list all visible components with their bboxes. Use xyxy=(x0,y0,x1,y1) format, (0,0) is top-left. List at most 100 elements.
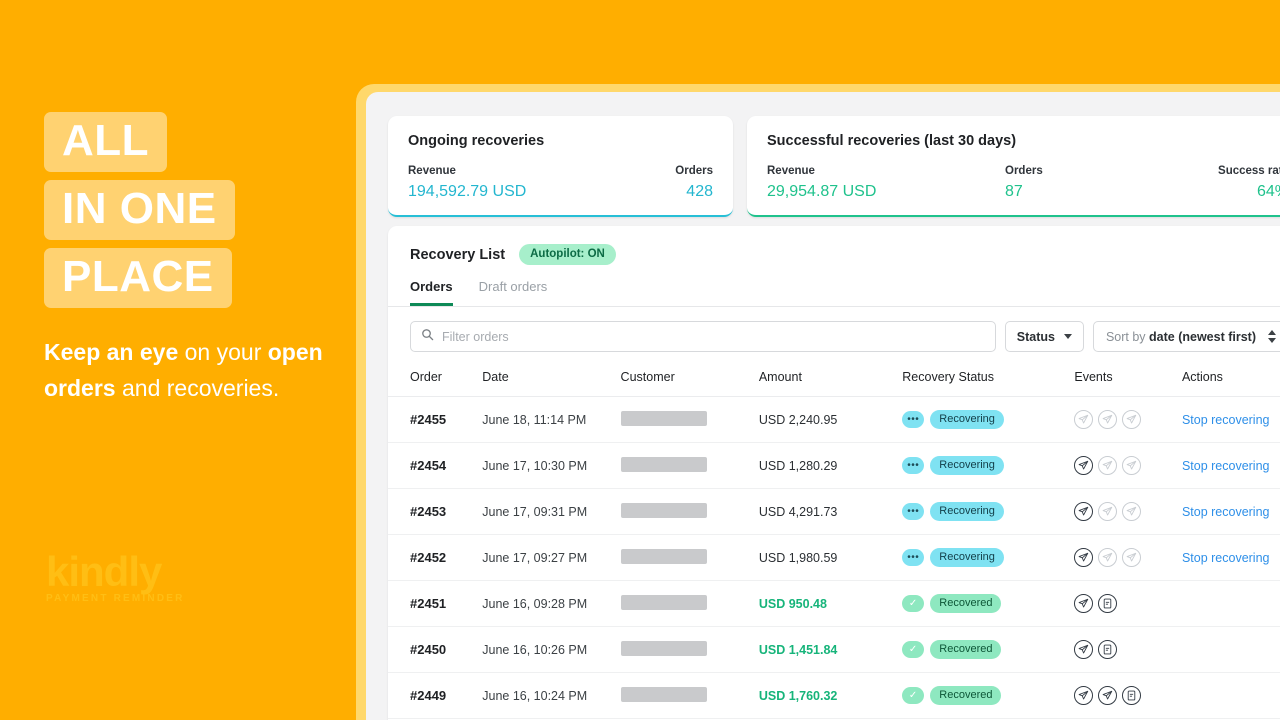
cell-order: #2451 xyxy=(388,580,483,627)
cell-amount: USD 4,291.73 xyxy=(758,488,903,535)
logo-wordmark: kindly xyxy=(46,548,162,595)
events-list xyxy=(1074,456,1182,475)
search-box[interactable] xyxy=(410,321,996,352)
cell-actions: Stop recovering xyxy=(1181,396,1280,443)
status-badge: ✓ Recovered xyxy=(902,686,1074,705)
send-icon[interactable] xyxy=(1098,548,1118,567)
send-icon[interactable] xyxy=(1074,686,1094,705)
stat-value: 428 xyxy=(686,183,713,200)
status-badge-label: Recovering xyxy=(930,548,1004,567)
promo-subheadline: Keep an eye on your open orders and reco… xyxy=(44,334,344,406)
order-date: June 17, 10:30 PM xyxy=(482,458,588,473)
send-icon[interactable] xyxy=(1122,410,1142,429)
stat-value: 87 xyxy=(1005,183,1023,200)
status-badge-label: Recovering xyxy=(930,456,1004,475)
cell-customer xyxy=(620,442,759,489)
cell-actions: Stop recovering xyxy=(1181,488,1280,535)
cell-recovery-status: ••• Recovering xyxy=(902,442,1075,489)
send-icon[interactable] xyxy=(1122,502,1142,521)
customer-redacted xyxy=(620,640,707,656)
send-icon[interactable] xyxy=(1098,410,1118,429)
stop-recovering-link[interactable]: Stop recovering xyxy=(1182,505,1270,519)
kindly-logo: kindly PAYMENT REMINDER xyxy=(46,548,211,605)
card-ongoing-stats: Revenue 194,592.79 USD Orders 428 xyxy=(408,165,713,201)
ellipsis-icon: ••• xyxy=(902,503,925,520)
logo-tagline: PAYMENT REMINDER xyxy=(46,593,185,604)
receipt-icon[interactable] xyxy=(1122,686,1142,705)
subhead-mid-1: on your xyxy=(178,339,262,365)
column-header-customer: Customer xyxy=(620,364,759,397)
tab-orders[interactable]: Orders xyxy=(410,279,453,306)
column-header-date: Date xyxy=(482,364,621,397)
order-number: #2452 xyxy=(410,550,447,565)
cell-events xyxy=(1074,672,1182,719)
send-icon[interactable] xyxy=(1074,502,1094,521)
send-icon[interactable] xyxy=(1074,456,1094,475)
receipt-icon[interactable] xyxy=(1098,640,1118,659)
send-icon[interactable] xyxy=(1074,410,1094,429)
send-icon[interactable] xyxy=(1122,548,1142,567)
cell-events xyxy=(1074,626,1182,673)
search-input[interactable] xyxy=(442,329,985,344)
send-icon[interactable] xyxy=(1122,456,1142,475)
table-row[interactable]: #2449 June 16, 10:24 PM USD 1,760.32 ✓ Recov… xyxy=(388,672,1280,719)
cell-events xyxy=(1074,534,1182,581)
column-header-events: Events xyxy=(1074,364,1182,397)
tab-draft-orders[interactable]: Draft orders xyxy=(479,279,548,306)
stat-successful-rate: Success rate 64% xyxy=(1205,165,1280,201)
cell-actions xyxy=(1181,580,1280,627)
events-list xyxy=(1074,502,1182,521)
table-row[interactable]: #2451 June 16, 09:28 PM USD 950.48 ✓ Recover… xyxy=(388,580,1280,627)
send-icon[interactable] xyxy=(1098,502,1118,521)
table-row[interactable]: #2452 June 17, 09:27 PM USD 1,980.59 ••• Rec… xyxy=(388,534,1280,581)
order-date: June 16, 10:26 PM xyxy=(482,642,588,657)
status-badge: ✓ Recovered xyxy=(902,640,1074,659)
send-icon[interactable] xyxy=(1098,686,1118,705)
check-icon: ✓ xyxy=(902,687,925,704)
cell-customer xyxy=(620,580,759,627)
cell-date: June 17, 10:30 PM xyxy=(482,442,621,489)
cell-date: June 16, 10:26 PM xyxy=(482,626,621,673)
table-row[interactable]: #2455 June 18, 11:14 PM USD 2,240.95 ••• Rec… xyxy=(388,396,1280,443)
cell-customer xyxy=(620,672,759,719)
order-number: #2450 xyxy=(410,642,447,657)
receipt-icon[interactable] xyxy=(1098,594,1118,613)
table-row[interactable]: #2450 June 16, 10:26 PM USD 1,451.84 ✓ Recov… xyxy=(388,626,1280,673)
cell-customer xyxy=(620,488,759,535)
customer-redacted xyxy=(620,502,707,518)
status-badge-label: Recovering xyxy=(930,502,1004,521)
events-list xyxy=(1074,410,1182,429)
cell-recovery-status: ••• Recovering xyxy=(902,534,1075,581)
cell-recovery-status: ✓ Recovered xyxy=(902,580,1075,627)
cell-recovery-status: ✓ Recovered xyxy=(902,626,1075,673)
orders-table-body: #2455 June 18, 11:14 PM USD 2,240.95 ••• Rec… xyxy=(388,396,1280,719)
stat-ongoing-revenue: Revenue 194,592.79 USD xyxy=(408,165,653,201)
column-header-actions: Actions xyxy=(1181,364,1280,397)
sort-label: Sort by date (newest first) xyxy=(1106,330,1256,344)
order-date: June 17, 09:27 PM xyxy=(482,550,588,565)
table-row[interactable]: #2454 June 17, 10:30 PM USD 1,280.29 ••• Rec… xyxy=(388,442,1280,489)
order-number: #2455 xyxy=(410,412,447,427)
card-ongoing-title: Ongoing recoveries xyxy=(408,133,545,149)
customer-redacted xyxy=(620,686,707,702)
sort-value: date (newest first) xyxy=(1149,329,1256,344)
send-icon[interactable] xyxy=(1074,594,1094,613)
table-row[interactable]: #2453 June 17, 09:31 PM USD 4,291.73 ••• Rec… xyxy=(388,488,1280,535)
send-icon[interactable] xyxy=(1074,548,1094,567)
events-list xyxy=(1074,548,1182,567)
stop-recovering-link[interactable]: Stop recovering xyxy=(1182,413,1270,427)
order-amount: USD 950.48 xyxy=(758,596,827,611)
order-amount: USD 1,451.84 xyxy=(758,642,838,657)
orders-table: Order Date Customer Amount Recovery Stat… xyxy=(388,364,1280,719)
stop-recovering-link[interactable]: Stop recovering xyxy=(1182,459,1270,473)
events-list xyxy=(1074,686,1182,705)
stop-recovering-link[interactable]: Stop recovering xyxy=(1182,551,1270,565)
cell-amount: USD 950.48 xyxy=(758,580,903,627)
send-icon[interactable] xyxy=(1074,640,1094,659)
send-icon[interactable] xyxy=(1098,456,1118,475)
sort-select[interactable]: Sort by date (newest first) xyxy=(1092,321,1280,352)
cell-recovery-status: ✓ Recovered xyxy=(902,672,1075,719)
order-amount: USD 2,240.95 xyxy=(758,412,838,427)
status-filter-button[interactable]: Status xyxy=(1004,321,1084,352)
cell-amount: USD 1,760.32 xyxy=(758,672,903,719)
